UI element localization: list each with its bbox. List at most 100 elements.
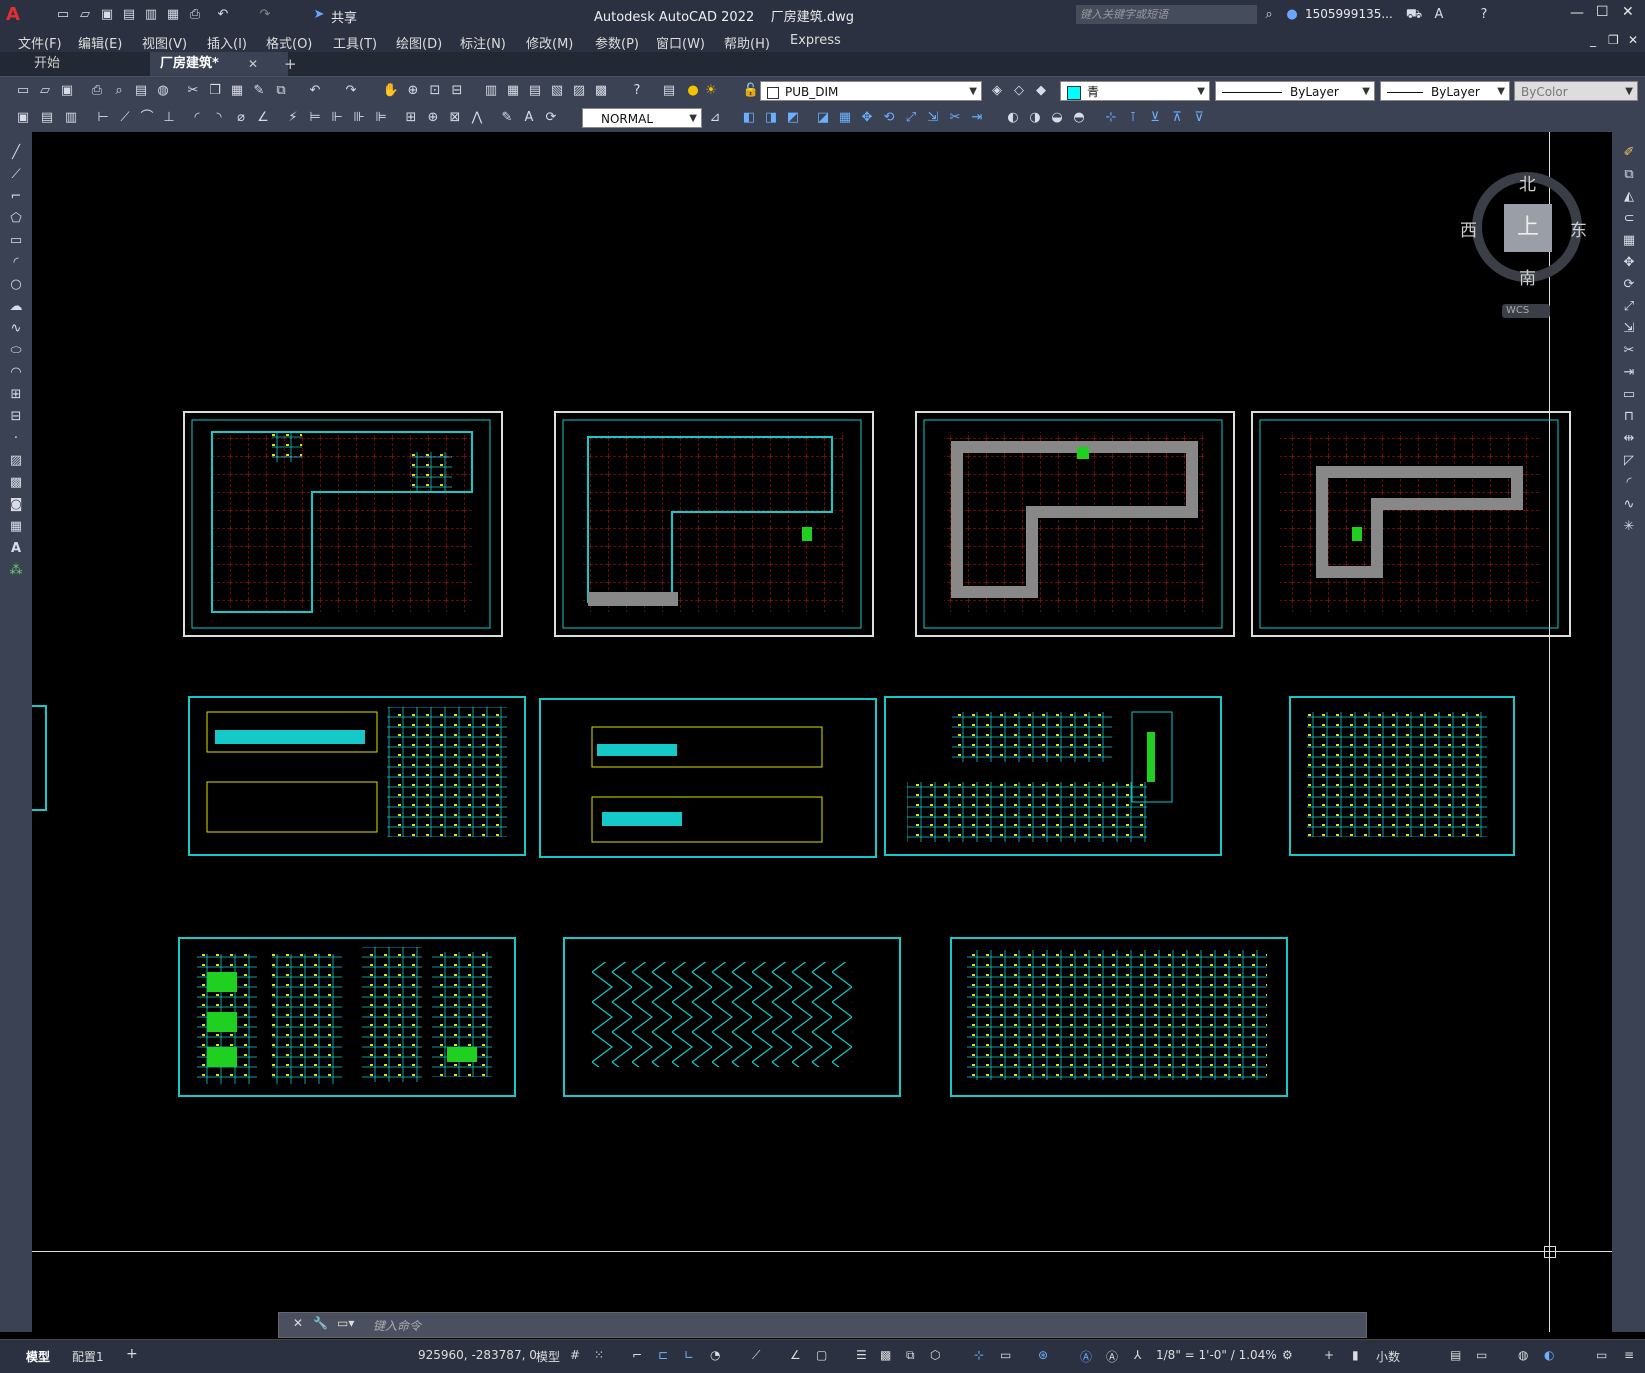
menu-file[interactable]: 文件(F): [18, 33, 62, 52]
selection-filter-icon[interactable]: ▭: [1000, 1348, 1011, 1362]
solid-union-icon[interactable]: ◐: [1004, 109, 1022, 127]
line-icon[interactable]: ╱: [7, 144, 25, 162]
new-tab-button[interactable]: +: [284, 55, 297, 73]
menu-draw[interactable]: 绘图(D): [396, 33, 442, 52]
layer-properties-icon[interactable]: ▤: [660, 82, 678, 100]
user-name[interactable]: 1505999135...: [1305, 7, 1393, 21]
annotation-visibility-icon[interactable]: Ⓐ: [1080, 1348, 1092, 1365]
join-icon[interactable]: ⇹: [1620, 430, 1638, 448]
annotation-scale[interactable]: 1/8" = 1'-0" / 1.04%: [1156, 1348, 1277, 1362]
cart-icon[interactable]: ⛟: [1405, 6, 1423, 24]
solid-intersect-icon[interactable]: ◒: [1048, 109, 1066, 127]
add-selected-icon[interactable]: ⁂: [7, 562, 25, 580]
preview-icon[interactable]: ⌕: [110, 82, 128, 100]
grid-icon[interactable]: #: [570, 1348, 580, 1362]
sheet-elevations-1[interactable]: [188, 696, 526, 856]
rectangle-icon[interactable]: ▭: [7, 232, 25, 250]
open-icon[interactable]: ▱: [36, 82, 54, 100]
publish-icon[interactable]: ▤: [132, 82, 150, 100]
arc-length-icon[interactable]: ⌒: [138, 109, 156, 127]
modify-offset-icon[interactable]: ◪: [814, 109, 832, 127]
point-icon[interactable]: ·: [7, 430, 25, 448]
dim-text-edit-icon[interactable]: A: [520, 109, 538, 127]
tolerance-icon[interactable]: ⊞: [402, 109, 420, 127]
ucs-world-icon[interactable]: ⊺: [1124, 109, 1142, 127]
add-layout-button[interactable]: +: [126, 1346, 138, 1362]
extend-icon[interactable]: ⇥: [1620, 364, 1638, 382]
angular-dim-icon[interactable]: ∠: [254, 109, 272, 127]
doc-restore-button[interactable]: ❐: [1608, 33, 1619, 47]
sheet-elevations-2[interactable]: [539, 698, 877, 858]
share-button[interactable]: 共享: [331, 7, 357, 26]
polyline-icon[interactable]: ⌐: [7, 188, 25, 206]
doc-close-button[interactable]: ✕: [1628, 33, 1638, 47]
zoom-previous-icon[interactable]: ⊟: [448, 82, 466, 100]
menu-help[interactable]: 帮助(H): [724, 33, 770, 52]
redo-toolbar-icon[interactable]: ↷: [342, 82, 360, 100]
isolate-objects-icon[interactable]: ◍: [1518, 1348, 1528, 1362]
offset-icon[interactable]: ⊂: [1620, 210, 1638, 228]
tool-palettes-icon[interactable]: ▤: [526, 82, 544, 100]
autodesk-app-icon[interactable]: A: [1430, 6, 1448, 24]
quick-properties-icon[interactable]: ▤: [1450, 1348, 1461, 1362]
pan-icon[interactable]: ✋: [382, 82, 400, 100]
insert-block-icon[interactable]: ⊞: [7, 386, 25, 404]
object-snap-tracking-icon[interactable]: ∠: [790, 1348, 801, 1362]
layer-dropdown[interactable]: PUB_DIM ▼: [760, 81, 982, 101]
sheet-set-icon[interactable]: ▧: [548, 82, 566, 100]
save-icon[interactable]: ▣: [98, 6, 116, 24]
revcloud-icon[interactable]: ☁: [7, 298, 25, 316]
share-icon[interactable]: ➤: [310, 6, 328, 24]
center-mark-icon[interactable]: ⊕: [424, 109, 442, 127]
send-back-icon[interactable]: ▥: [62, 109, 80, 127]
workspace-gear-icon[interactable]: ⚙: [1282, 1348, 1293, 1362]
annotation-scale-icon[interactable]: ⅄: [1134, 1348, 1141, 1362]
close-button[interactable]: ✕: [1622, 4, 1634, 20]
modify-array-icon[interactable]: ▦: [836, 109, 854, 127]
sheet-stairs[interactable]: [563, 937, 901, 1097]
user-icon[interactable]: ●: [1283, 6, 1301, 24]
color-dropdown[interactable]: 青 ▼: [1060, 81, 1210, 101]
customize-icon[interactable]: ≡: [1624, 1348, 1634, 1362]
isodraft-icon[interactable]: ⟋: [752, 1348, 760, 1363]
sheet-details-1[interactable]: [178, 937, 516, 1097]
print-icon[interactable]: ⎙: [88, 82, 106, 100]
dim-edit-icon[interactable]: ✎: [498, 109, 516, 127]
layer-freeze-icon[interactable]: ☀: [702, 82, 720, 100]
dynamic-input-icon[interactable]: ⊏: [658, 1348, 668, 1362]
redo-icon[interactable]: ↷: [256, 6, 274, 24]
design-center-icon[interactable]: ▦: [504, 82, 522, 100]
new-file-icon[interactable]: ▭: [54, 6, 72, 24]
spline-icon[interactable]: ∿: [7, 320, 25, 338]
doc-minimize-button[interactable]: _: [1590, 33, 1596, 47]
command-close-icon[interactable]: ✕: [293, 1316, 303, 1330]
layer-previous-icon[interactable]: ◇: [1010, 82, 1028, 100]
break-icon[interactable]: ⊓: [1620, 408, 1638, 426]
inspect-icon[interactable]: ⊠: [446, 109, 464, 127]
table-icon[interactable]: ▦: [7, 518, 25, 536]
cut-icon[interactable]: ✂: [184, 82, 202, 100]
continue-dim-icon[interactable]: ⊩: [328, 109, 346, 127]
3d-dwf-icon[interactable]: ◍: [154, 82, 172, 100]
modify-mirror-icon[interactable]: ◩: [784, 109, 802, 127]
trim-icon[interactable]: ✂: [1620, 342, 1638, 360]
menu-format[interactable]: 格式(O): [266, 33, 312, 52]
ellipse-icon[interactable]: ⬭: [7, 342, 25, 360]
arc-icon[interactable]: ◜: [7, 254, 25, 272]
modify-trim-icon[interactable]: ✂: [946, 109, 964, 127]
break-dim-icon[interactable]: ⊫: [372, 109, 390, 127]
menu-tools[interactable]: 工具(T): [333, 33, 377, 52]
help-icon[interactable]: ?: [1475, 6, 1493, 24]
command-history-icon[interactable]: ▭▾: [337, 1316, 354, 1330]
command-line[interactable]: ✕ 🔧 ▭▾ 键入命令: [278, 1312, 1367, 1338]
jogged-dim-icon[interactable]: ◝: [210, 109, 228, 127]
app-menu-button[interactable]: A: [6, 4, 34, 26]
save-as-icon[interactable]: ▤: [120, 6, 138, 24]
infer-constraints-icon[interactable]: ⌐: [632, 1348, 642, 1362]
help-toolbar-icon[interactable]: ?: [628, 82, 646, 100]
tab-layout1[interactable]: 配置1: [72, 1348, 104, 1365]
3d-osnap-icon[interactable]: ⬡: [930, 1348, 940, 1362]
modify-erase-icon[interactable]: ◧: [740, 109, 758, 127]
minimize-button[interactable]: —: [1570, 5, 1584, 21]
draworder-icon[interactable]: ▣: [14, 109, 32, 127]
